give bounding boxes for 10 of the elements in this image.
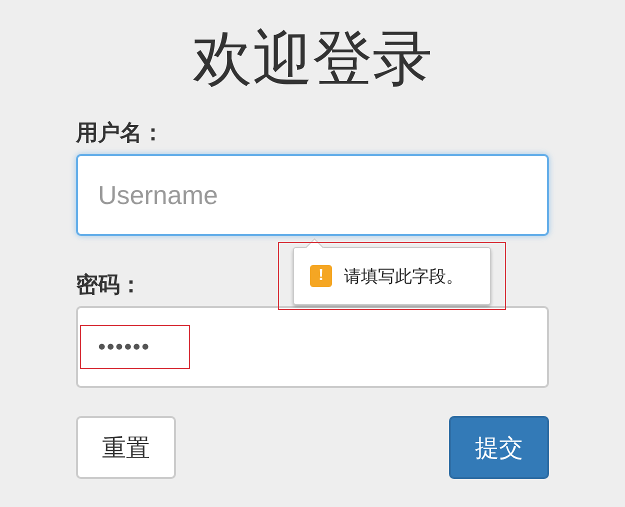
tooltip-text: 请填写此字段。 [344, 266, 463, 288]
reset-button[interactable]: 重置 [76, 416, 176, 479]
password-value: •••••• [98, 334, 150, 360]
page-title: 欢迎登录 [192, 24, 434, 94]
warning-icon: ! [310, 265, 332, 287]
username-field[interactable]: Username [76, 154, 549, 236]
password-label: 密码： [76, 272, 142, 298]
username-label: 用户名： [76, 120, 164, 146]
submit-button[interactable]: 提交 [449, 416, 549, 479]
password-field[interactable]: •••••• [76, 306, 549, 388]
